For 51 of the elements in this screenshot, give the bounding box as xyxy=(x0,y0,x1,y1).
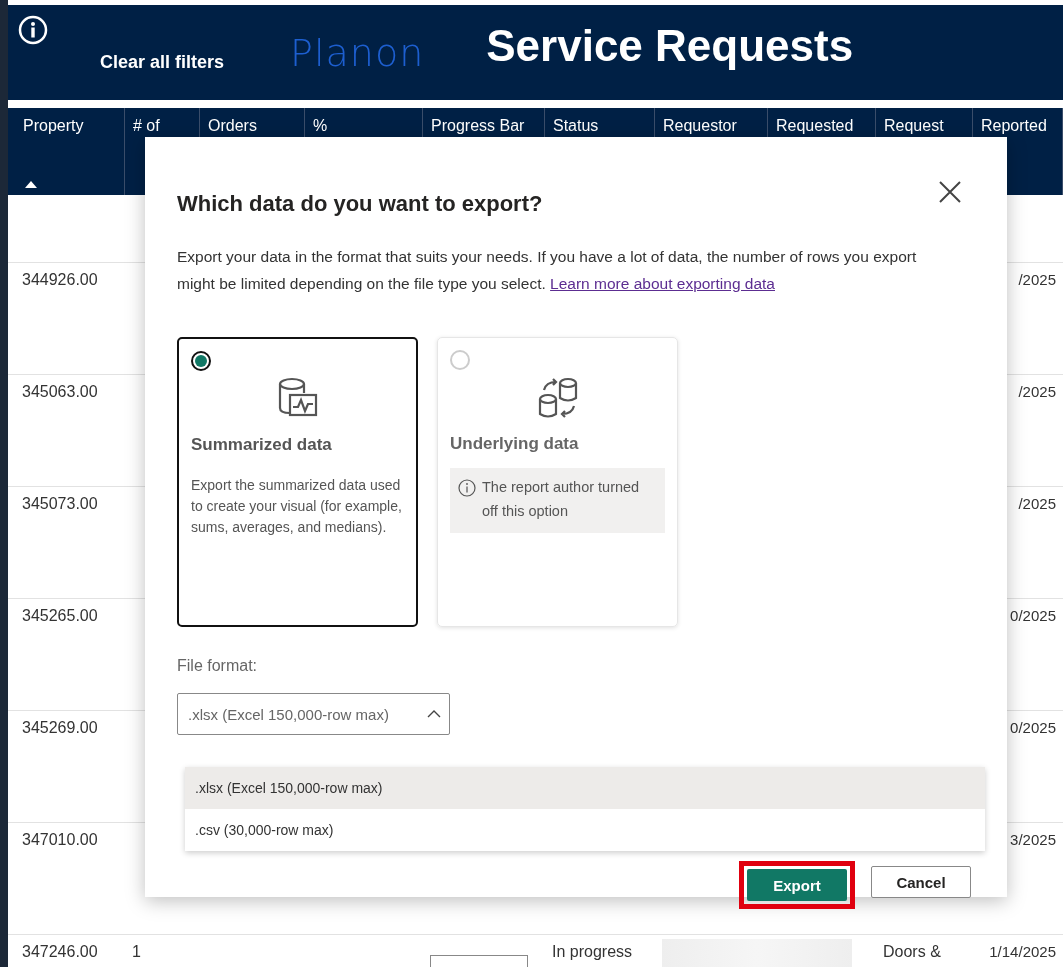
column-header[interactable]: Orders xyxy=(208,116,257,136)
chevron-icon xyxy=(427,710,441,718)
table-cell: 345073.00 xyxy=(22,495,98,512)
table-cell: 347246.00 xyxy=(22,943,98,960)
option-title: Summarized data xyxy=(191,435,333,455)
table-cell: 345063.00 xyxy=(22,383,98,400)
table-cell: 0/2025 xyxy=(1010,607,1056,624)
column-header[interactable]: Property xyxy=(23,116,84,136)
table-cell: 344926.00 xyxy=(22,271,98,288)
table-cell: /2025 xyxy=(1018,495,1056,512)
column-header[interactable]: Requested xyxy=(776,116,854,136)
database-chart-icon xyxy=(277,377,318,419)
info-icon xyxy=(458,479,476,497)
dialog-title: Which data do you want to export? xyxy=(177,191,543,217)
table-cell: /2025 xyxy=(1018,271,1056,288)
table-cell: 345265.00 xyxy=(22,607,98,624)
table-cell: 0/2025 xyxy=(1010,719,1056,736)
column-header[interactable]: Request xyxy=(884,116,944,136)
table-cell: Doors & xyxy=(883,943,941,960)
learn-more-link[interactable]: Learn more about exporting data xyxy=(550,275,775,292)
column-header[interactable]: Progress Bar xyxy=(431,116,525,136)
info-icon[interactable] xyxy=(18,15,48,45)
table-cell: 1 xyxy=(132,943,141,960)
sort-ascending-icon[interactable] xyxy=(25,181,37,188)
note-text: The report author turned off this option xyxy=(482,478,641,521)
logo: Planon xyxy=(290,31,425,75)
radio-button[interactable] xyxy=(191,351,211,371)
field-label: File format: xyxy=(177,657,258,675)
table-cell: In progress xyxy=(552,943,633,960)
dialog-button[interactable]: Export xyxy=(747,869,847,901)
option-description: Export the summarized data used to create your visual (for example, sums, averages, and medians). xyxy=(191,476,403,537)
close-icon[interactable] xyxy=(939,181,961,203)
table-cell: /2025 xyxy=(1018,383,1056,400)
column-header[interactable]: # of xyxy=(133,116,160,136)
clear-filters-button[interactable]: Clear all filters xyxy=(100,52,225,73)
dialog-description: Export your data in the format that suits your needs. If you have a lot of data, the number of rows you export might be limited depending on the file type you select. Learn more about exporting data xyxy=(177,247,918,294)
report-title: Service Requests xyxy=(486,21,854,71)
file-format-dropdown[interactable]: .xlsx (Excel 150,000-row max) xyxy=(177,693,450,735)
dialog-button[interactable]: Cancel xyxy=(871,866,971,898)
table-cell: 347010.00 xyxy=(22,831,98,848)
column-header[interactable]: Status xyxy=(553,116,599,136)
option-title: Underlying data xyxy=(450,434,580,454)
export-option-card[interactable]: Summarized data Export the summarized data used to create your visual (for example, sums, averages, and medians). xyxy=(177,337,418,627)
column-header[interactable]: Reported xyxy=(981,116,1047,136)
dropdown-option[interactable]: .csv (30,000-row max) xyxy=(185,809,985,851)
table-cell: 345269.00 xyxy=(22,719,98,736)
column-header[interactable]: Requestor xyxy=(663,116,737,136)
table-cell: 1/14/2025 xyxy=(989,943,1056,960)
dropdown-option[interactable]: .xlsx (Excel 150,000-row max) xyxy=(185,767,985,809)
column-header[interactable]: % xyxy=(313,116,328,136)
table-cell: 3/2025 xyxy=(1010,831,1056,848)
